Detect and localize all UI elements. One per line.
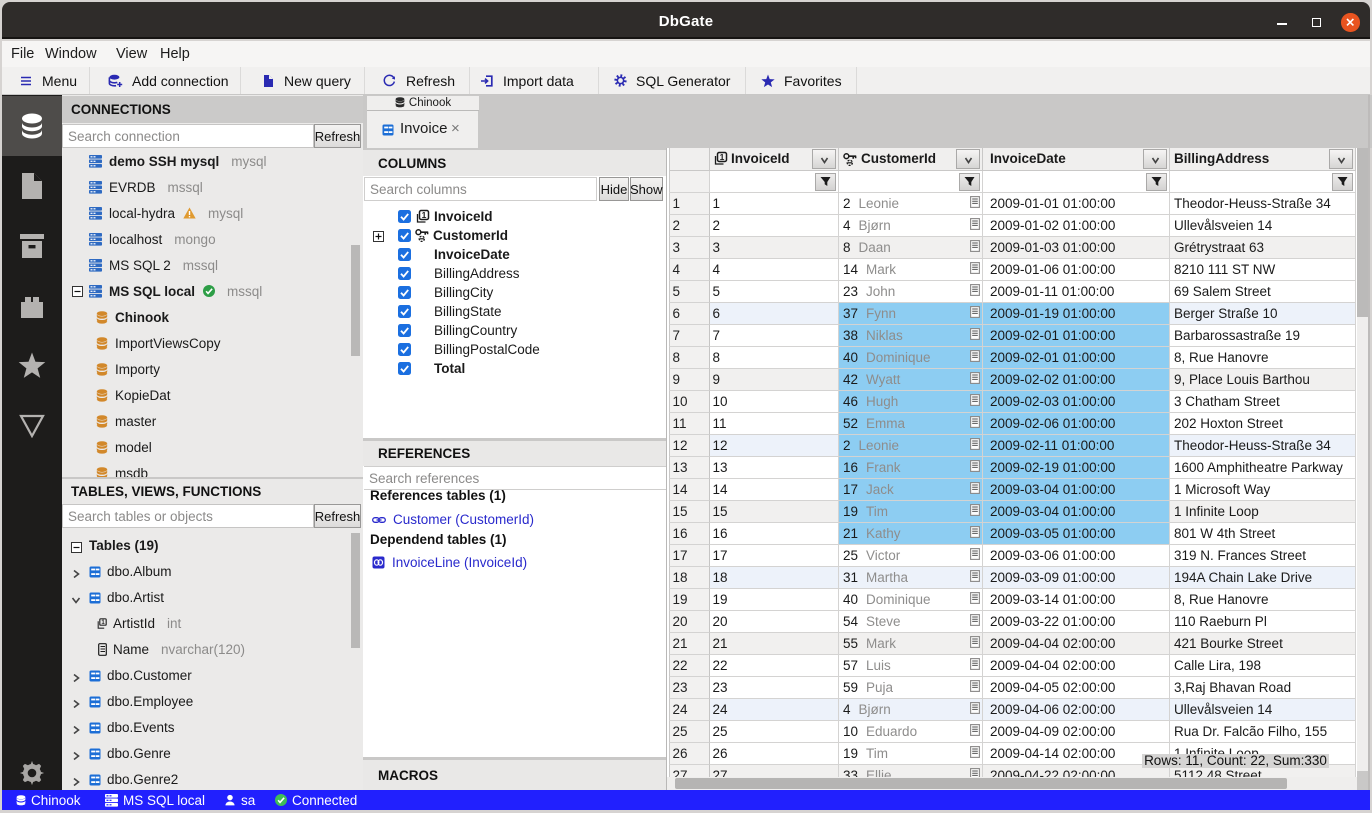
svg-text:1: 1 — [720, 152, 725, 162]
svg-text:1: 1 — [422, 209, 427, 219]
